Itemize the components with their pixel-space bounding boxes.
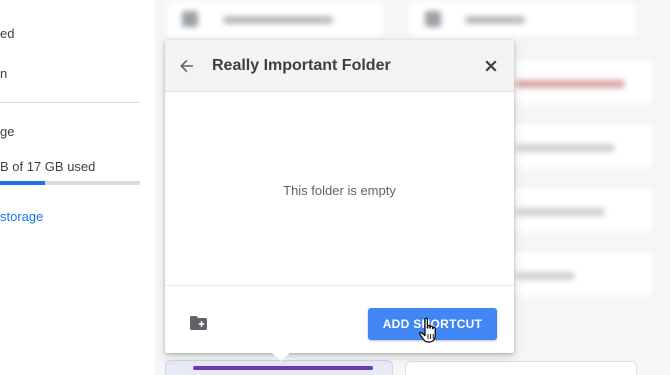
- close-icon: [485, 60, 497, 72]
- add-shortcut-dialog: Really Important Folder This folder is e…: [165, 40, 514, 353]
- create-new-folder-icon: [190, 316, 207, 330]
- storage-quota-bar: [0, 181, 140, 185]
- sidebar-divider: [0, 102, 140, 103]
- hand-pointer-cursor-icon: [419, 317, 436, 343]
- new-folder-button[interactable]: [189, 315, 208, 332]
- dialog-footer: ADD SHORTCUT: [165, 285, 514, 353]
- storage-usage-text: B of 17 GB used: [0, 159, 96, 174]
- background-row-text: [515, 80, 625, 88]
- sidebar-item-trash[interactable]: n: [0, 66, 7, 81]
- background-file-name: [465, 16, 525, 24]
- background-file-icon: [425, 11, 441, 27]
- background-file-icon: [182, 11, 198, 27]
- arrow-back-icon: [180, 59, 193, 73]
- sidebar: ed n ge B of 17 GB used storage: [0, 0, 155, 375]
- dialog-pointer-caret: [272, 353, 290, 361]
- background-file-name: [223, 16, 333, 24]
- background-row-text: [515, 208, 605, 216]
- close-button[interactable]: [483, 58, 499, 74]
- background-row-text: [515, 144, 615, 152]
- sidebar-item-starred[interactable]: ed: [0, 26, 14, 41]
- sidebar-item-storage[interactable]: ge: [0, 124, 14, 139]
- buy-storage-link[interactable]: storage: [0, 209, 43, 224]
- dialog-header: Really Important Folder: [165, 40, 514, 92]
- dialog-title: Really Important Folder: [212, 57, 391, 74]
- storage-quota-fill: [0, 181, 45, 185]
- empty-folder-message: This folder is empty: [283, 183, 396, 198]
- selected-folder-color-bar: [193, 366, 373, 370]
- back-button[interactable]: [177, 56, 197, 76]
- background-row-text: [515, 272, 575, 280]
- selected-folder-tile[interactable]: [165, 360, 393, 375]
- folder-tile[interactable]: [405, 361, 637, 375]
